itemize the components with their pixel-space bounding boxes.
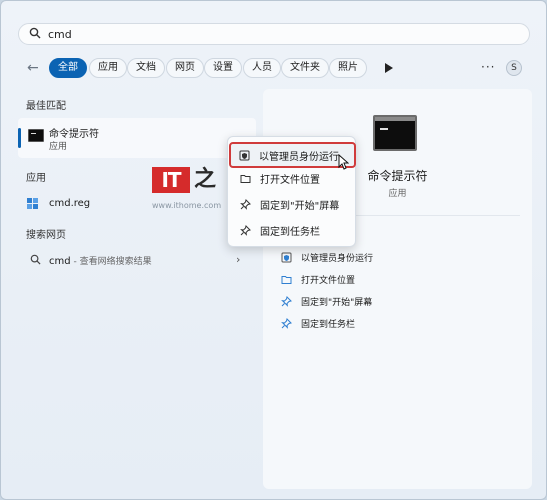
best-match-name: 命令提示符	[49, 129, 99, 140]
shield-icon	[281, 252, 292, 262]
search-input[interactable]: cmd	[48, 28, 72, 41]
action-label: 固定到任务栏	[301, 319, 356, 330]
app-item-label: cmd.reg	[49, 198, 91, 209]
action-label: 以管理员身份运行	[301, 253, 374, 264]
filter-chip-settings[interactable]: 设置	[204, 58, 242, 78]
search-icon	[29, 27, 41, 42]
start-search-panel: cmd ← 全部 应用 文档 网页 设置 人员 文件夹 照片 ··· S 最佳匹…	[0, 0, 547, 500]
context-run-as-admin[interactable]: 以管理员身份运行	[229, 142, 356, 168]
registry-file-icon	[27, 198, 38, 209]
filter-chip-photos[interactable]: 照片	[329, 58, 367, 78]
filter-chip-documents[interactable]: 文档	[127, 58, 165, 78]
best-match-item[interactable]: 命令提示符 应用	[18, 118, 256, 158]
context-item-label: 固定到"开始"屏幕	[260, 200, 340, 212]
action-open-file-location[interactable]: 打开文件位置	[281, 271, 355, 287]
filter-chip-web[interactable]: 网页	[166, 58, 204, 78]
best-match-heading: 最佳匹配	[26, 101, 66, 112]
folder-icon	[281, 275, 292, 284]
pin-icon	[281, 295, 292, 307]
back-arrow-icon[interactable]: ←	[27, 60, 43, 76]
web-search-item[interactable]: cmd - 查看网络搜索结果 ›	[26, 251, 246, 269]
pin-icon	[240, 224, 251, 236]
best-match-type: 应用	[49, 142, 68, 152]
pin-icon	[281, 317, 292, 329]
context-open-file-location[interactable]: 打开文件位置	[232, 167, 353, 189]
filter-chip-apps[interactable]: 应用	[89, 58, 127, 78]
watermark-url: www.ithome.com	[152, 201, 222, 210]
action-pin-to-start[interactable]: 固定到"开始"屏幕	[281, 293, 372, 309]
filter-chip-all[interactable]: 全部	[49, 58, 87, 78]
watermark-glyph-icon: 之	[194, 167, 217, 192]
action-label: 固定到"开始"屏幕	[301, 297, 373, 308]
folder-icon	[240, 174, 251, 183]
filter-bar: ← 全部 应用 文档 网页 设置 人员 文件夹 照片 ··· S	[23, 58, 533, 78]
search-box[interactable]: cmd	[18, 23, 530, 45]
search-icon	[30, 254, 41, 265]
terminal-icon	[28, 129, 44, 142]
play-icon[interactable]	[384, 62, 394, 74]
selection-accent	[18, 128, 21, 148]
context-item-label: 以管理员身份运行	[259, 151, 339, 163]
web-search-heading: 搜索网页	[26, 230, 66, 241]
chevron-right-icon[interactable]: ›	[236, 253, 240, 266]
filter-chip-folders[interactable]: 文件夹	[281, 58, 329, 78]
context-pin-to-taskbar[interactable]: 固定到任务栏	[232, 219, 353, 241]
apps-heading: 应用	[26, 173, 46, 184]
context-menu: 以管理员身份运行 打开文件位置 固定到"开始"屏幕 固定到任务栏	[227, 136, 356, 247]
context-item-label: 打开文件位置	[260, 174, 320, 186]
ithome-watermark: IT 之 www.ithome.com	[152, 167, 228, 215]
action-pin-to-taskbar[interactable]: 固定到任务栏	[281, 315, 355, 331]
more-icon[interactable]: ···	[481, 58, 495, 76]
action-label: 打开文件位置	[301, 275, 356, 286]
avatar[interactable]: S	[506, 60, 522, 76]
context-item-label: 固定到任务栏	[260, 226, 320, 238]
filter-chip-people[interactable]: 人员	[243, 58, 281, 78]
pin-icon	[240, 198, 251, 210]
shield-icon	[239, 150, 250, 160]
action-run-as-admin[interactable]: 以管理员身份运行	[281, 249, 373, 265]
web-search-query-text: cmd - 查看网络搜索结果	[49, 254, 152, 267]
mouse-cursor-icon	[338, 154, 349, 170]
watermark-logo: IT	[152, 167, 190, 193]
terminal-icon	[373, 115, 417, 151]
web-search-hint: - 查看网络搜索结果	[70, 257, 152, 267]
web-search-query: cmd	[49, 256, 71, 267]
context-pin-to-start[interactable]: 固定到"开始"屏幕	[232, 193, 353, 215]
